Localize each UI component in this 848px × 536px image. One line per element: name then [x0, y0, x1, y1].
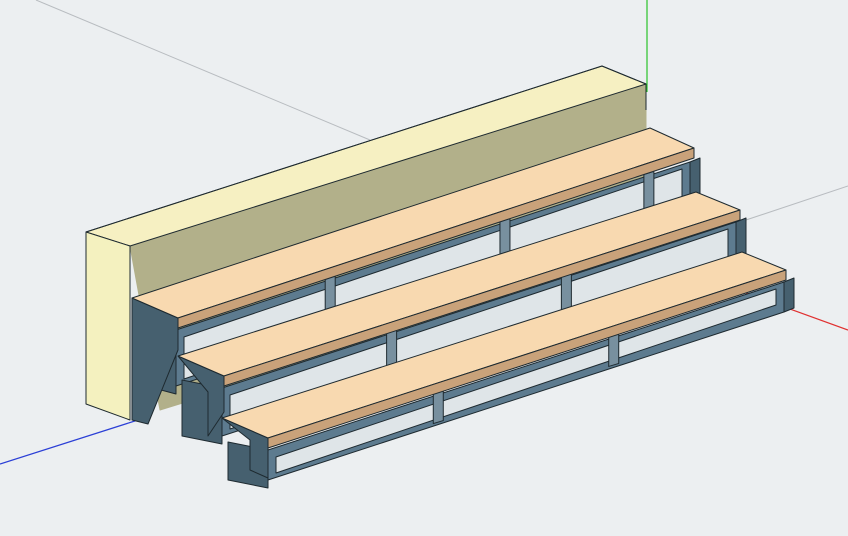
frame3-post-1	[608, 332, 620, 367]
scene-canvas[interactable]	[0, 0, 848, 536]
guide-line-left	[35, 0, 371, 141]
3d-viewport[interactable]	[0, 0, 848, 536]
frame3-post-0	[432, 390, 444, 425]
frame3-right-leg	[783, 277, 795, 313]
back-wall-front-face	[85, 231, 131, 421]
z-axis-line	[0, 419, 139, 465]
